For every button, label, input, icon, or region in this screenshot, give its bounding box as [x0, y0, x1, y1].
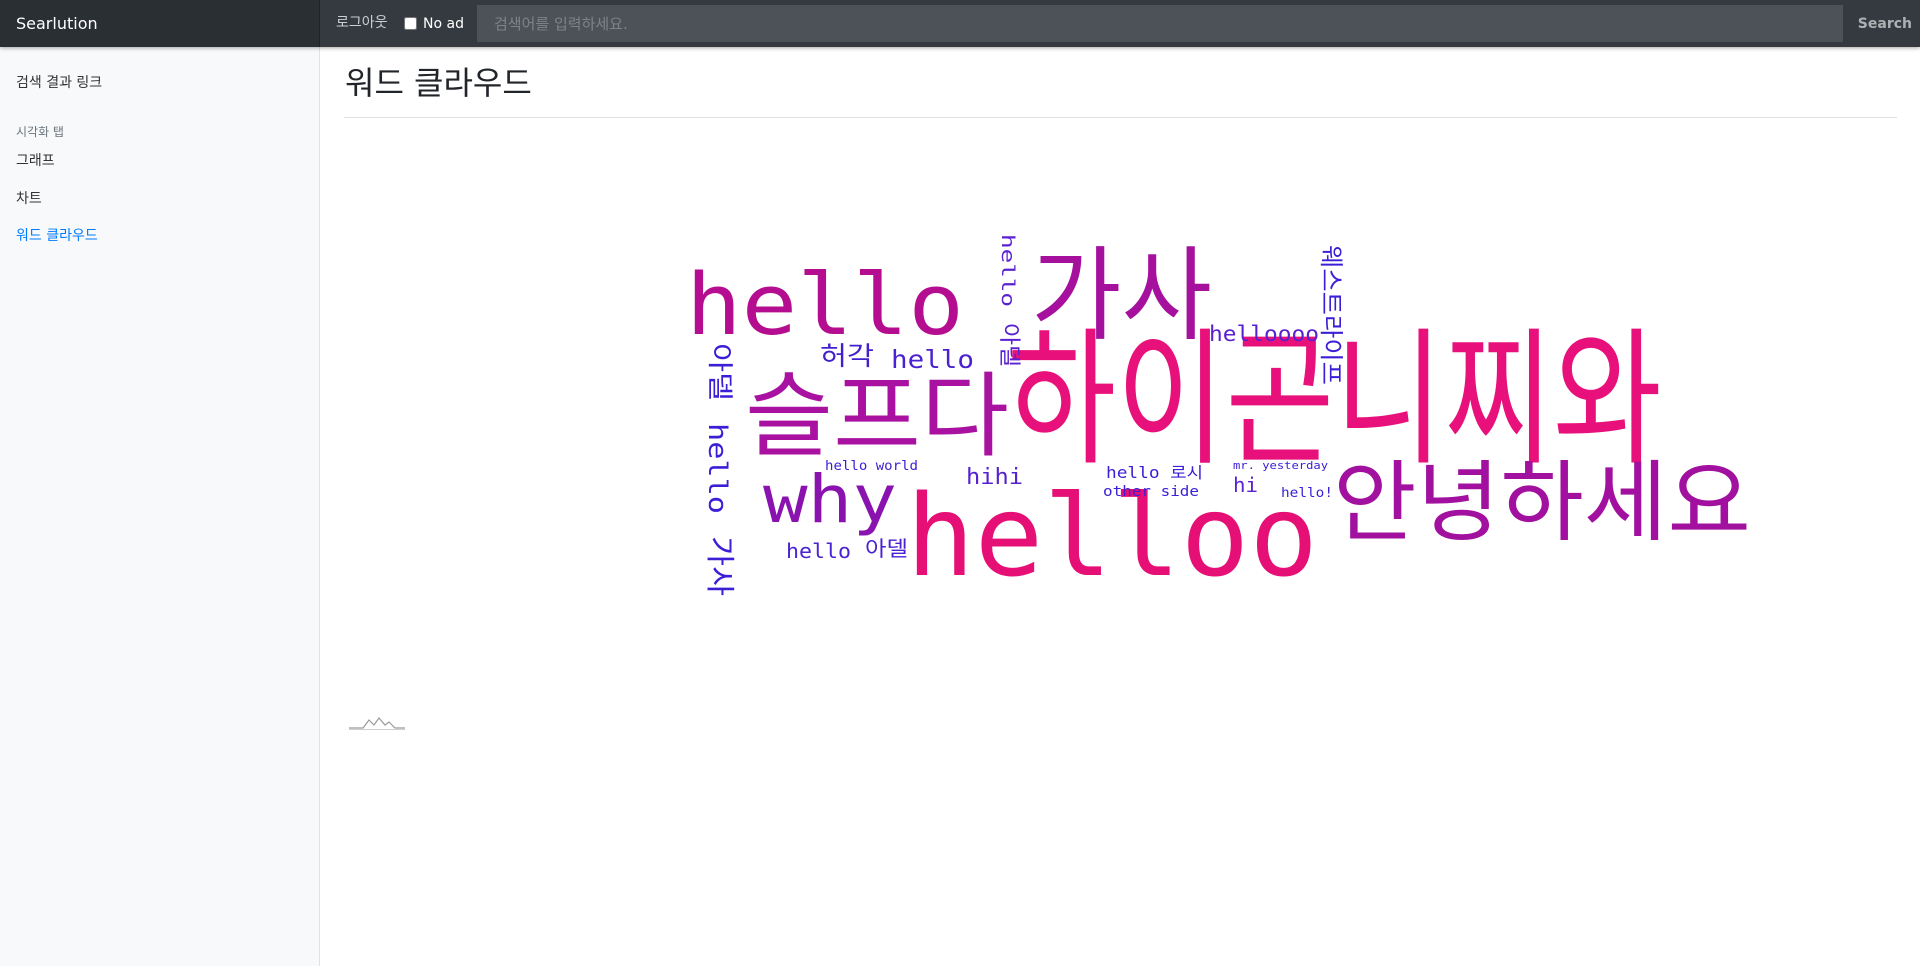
word-cloud-term: hi — [1233, 473, 1258, 497]
word-cloud-term: 아델 — [704, 343, 734, 401]
logout-link[interactable]: 로그아웃 — [336, 0, 388, 47]
sidebar-item-chart[interactable]: 차트 — [16, 188, 42, 208]
loading-indicator-icon — [349, 717, 405, 730]
word-cloud-term: hello — [786, 539, 851, 563]
word-cloud-term: helloooo — [1209, 322, 1319, 346]
word-cloud-term: 아델 — [996, 323, 1021, 367]
no-ad-label[interactable]: No ad — [423, 16, 464, 32]
sidebar-item-search-results[interactable]: 검색 결과 링크 — [16, 72, 102, 92]
title-divider — [344, 117, 1897, 118]
search-button[interactable]: Search — [1843, 0, 1920, 47]
word-cloud-term: 가사 — [703, 536, 737, 596]
word-cloud-term: 허각 — [820, 342, 874, 372]
no-ad-checkbox[interactable] — [404, 17, 417, 30]
word-cloud-term: hello — [997, 234, 1018, 307]
word-cloud-term: 슬프다 — [745, 363, 1009, 470]
page-title: 워드 클라우드 — [345, 64, 532, 102]
top-navbar: Searlution 로그아웃 No ad Search — [0, 0, 1920, 47]
word-cloud-term: 안녕하세요 — [1333, 451, 1751, 554]
no-ad-toggle[interactable]: No ad — [404, 0, 464, 47]
word-cloud-term: hello — [891, 345, 974, 374]
sidebar-item-word-cloud[interactable]: 워드 클라우드 — [16, 225, 98, 245]
sidebar: 검색 결과 링크 시각화 탭 그래프 차트 워드 클라우드 — [0, 47, 320, 966]
word-cloud-term: mr. yesterday — [1233, 459, 1328, 472]
word-cloud-term: hello 로시 — [1106, 463, 1203, 482]
word-cloud-term: hello! — [1281, 486, 1333, 501]
word-cloud-term: 웨스트라이프 — [1317, 245, 1345, 385]
word-cloud-term: hello — [686, 256, 964, 355]
sidebar-section-heading: 시각화 탭 — [16, 125, 64, 139]
word-cloud-term: 가사 — [1031, 237, 1212, 356]
word-cloud-term: hihi — [966, 465, 1023, 490]
word-cloud-term: 아델 — [865, 537, 908, 561]
brand-logo[interactable]: Searlution — [0, 0, 320, 47]
word-cloud-term: other side — [1103, 484, 1199, 500]
word-cloud-term: hello — [702, 423, 732, 514]
sidebar-item-graph[interactable]: 그래프 — [16, 150, 55, 170]
search-input[interactable] — [477, 5, 1843, 42]
word-cloud-term: hello world — [825, 459, 918, 474]
